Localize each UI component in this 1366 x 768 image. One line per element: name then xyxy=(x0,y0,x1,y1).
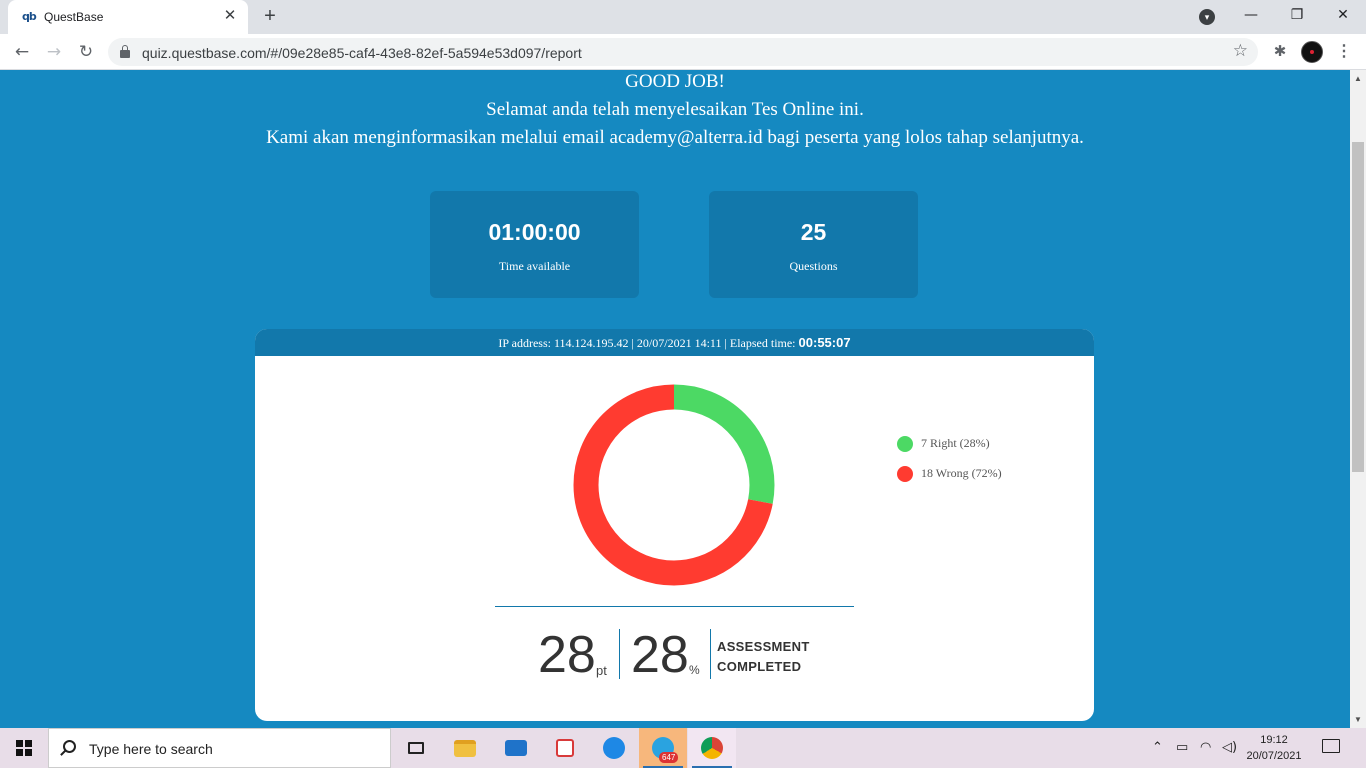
search-icon xyxy=(63,740,76,753)
scrollbar-thumb[interactable] xyxy=(1352,142,1364,472)
taskbar-search-box[interactable]: Type here to search xyxy=(48,728,391,768)
headline: GOOD JOB! xyxy=(625,71,725,92)
legend-dot-right xyxy=(897,436,913,452)
bookmark-star-icon[interactable]: ☆ xyxy=(1233,41,1248,61)
result-donut-chart xyxy=(573,384,775,586)
extensions-puzzle-icon[interactable]: ✱ xyxy=(1270,38,1290,66)
elapsed-time-value: 00:55:07 xyxy=(798,335,851,350)
result-panel: IP address: 114.124.195.42 | 20/07/2021 … xyxy=(255,329,1094,721)
legend-dot-wrong xyxy=(897,466,913,482)
mail-icon[interactable] xyxy=(492,728,540,768)
assessment-status-line-2: COMPLETED xyxy=(717,659,802,674)
legend-label-right: 7 Right (28%) xyxy=(921,436,990,450)
scroll-down-arrow-icon[interactable]: ▼ xyxy=(1350,711,1366,728)
report-page: GOOD JOB! Selamat anda telah menyelesaik… xyxy=(0,70,1350,728)
volume-icon[interactable]: ◁) xyxy=(1222,740,1237,755)
score-percent-value: 28 xyxy=(631,626,689,684)
clock-time: 19:12 xyxy=(1260,734,1288,746)
score-separator xyxy=(619,629,620,679)
chrome-icon[interactable] xyxy=(688,728,736,768)
windows-logo-icon xyxy=(16,740,32,756)
tray-overflow-icon[interactable]: ⌃ xyxy=(1152,740,1163,755)
close-window-icon[interactable]: ✕ xyxy=(1320,0,1366,32)
session-info-text: IP address: 114.124.195.42 | 20/07/2021 … xyxy=(498,336,799,350)
time-available-card: 01:00:00 Time available xyxy=(430,191,639,298)
telegram-unread-badge: 647 xyxy=(659,752,679,763)
lock-icon[interactable] xyxy=(120,45,130,58)
questions-value: 25 xyxy=(800,219,827,245)
status-separator xyxy=(710,629,711,679)
address-bar[interactable]: quiz.questbase.com/#/09e28e85-caf4-43e8-… xyxy=(108,38,1258,66)
score-divider xyxy=(495,606,854,607)
forward-arrow-icon[interactable]: → xyxy=(40,38,68,66)
browser-menu-icon[interactable]: ⋮ xyxy=(1334,38,1354,66)
questions-label: Questions xyxy=(789,259,838,273)
search-placeholder: Type here to search xyxy=(89,741,213,757)
edge-browser-icon[interactable] xyxy=(590,728,638,768)
email-notice: Kami akan menginformasikan melalui email… xyxy=(266,127,1084,148)
browser-tab[interactable]: qb QuestBase ✕ xyxy=(8,0,248,34)
assessment-status: ASSESSMENT COMPLETED xyxy=(717,637,810,677)
task-view-icon[interactable] xyxy=(392,728,440,768)
close-tab-icon[interactable]: ✕ xyxy=(220,6,240,26)
questbase-favicon-icon: qb xyxy=(22,10,37,23)
taskbar-clock[interactable]: 19:12 20/07/2021 xyxy=(1244,732,1304,764)
time-available-value: 01:00:00 xyxy=(488,219,581,245)
score-percent-unit: % xyxy=(689,663,700,677)
minimize-icon[interactable]: — xyxy=(1228,0,1274,32)
completion-message: Selamat anda telah menyelesaikan Tes Onl… xyxy=(486,99,864,120)
battery-icon[interactable]: ▭ xyxy=(1176,740,1188,755)
score-points-unit: pt xyxy=(596,663,607,678)
reload-icon[interactable]: ↻ xyxy=(72,38,100,66)
gift-app-icon[interactable] xyxy=(541,728,589,768)
clock-date: 20/07/2021 xyxy=(1246,750,1302,762)
notification-center-icon[interactable] xyxy=(1322,739,1340,753)
new-tab-icon[interactable]: + xyxy=(258,4,282,28)
legend-label-wrong: 18 Wrong (72%) xyxy=(921,466,1002,480)
file-explorer-icon[interactable] xyxy=(441,728,489,768)
profile-avatar[interactable] xyxy=(1301,41,1323,63)
url-text[interactable]: quiz.questbase.com/#/09e28e85-caf4-43e8-… xyxy=(142,45,582,61)
page-scrollbar[interactable]: ▲ ▼ xyxy=(1350,70,1366,728)
restore-icon[interactable]: ❐ xyxy=(1274,0,1320,32)
assessment-status-line-1: ASSESSMENT xyxy=(717,639,810,654)
wifi-icon[interactable]: ◠ xyxy=(1200,740,1211,755)
windows-taskbar: Type here to search 647 ⌃ ▭ ◠ ◁) 19:12 2… xyxy=(0,728,1366,768)
browser-tab-bar: qb QuestBase ✕ + ▾ — ❐ ✕ xyxy=(0,0,1366,34)
scroll-up-arrow-icon[interactable]: ▲ xyxy=(1350,70,1366,87)
time-available-label: Time available xyxy=(498,259,571,273)
tab-title: QuestBase xyxy=(44,10,104,24)
start-button[interactable] xyxy=(0,728,48,768)
score-points-value: 28 xyxy=(538,626,596,684)
questions-card: 25 Questions xyxy=(709,191,918,298)
browser-toolbar: ← → ↻ quiz.questbase.com/#/09e28e85-caf4… xyxy=(0,34,1366,70)
tab-search-icon[interactable]: ▾ xyxy=(1199,9,1215,25)
back-arrow-icon[interactable]: ← xyxy=(8,38,36,66)
session-info-bar: IP address: 114.124.195.42 | 20/07/2021 … xyxy=(255,329,1094,356)
